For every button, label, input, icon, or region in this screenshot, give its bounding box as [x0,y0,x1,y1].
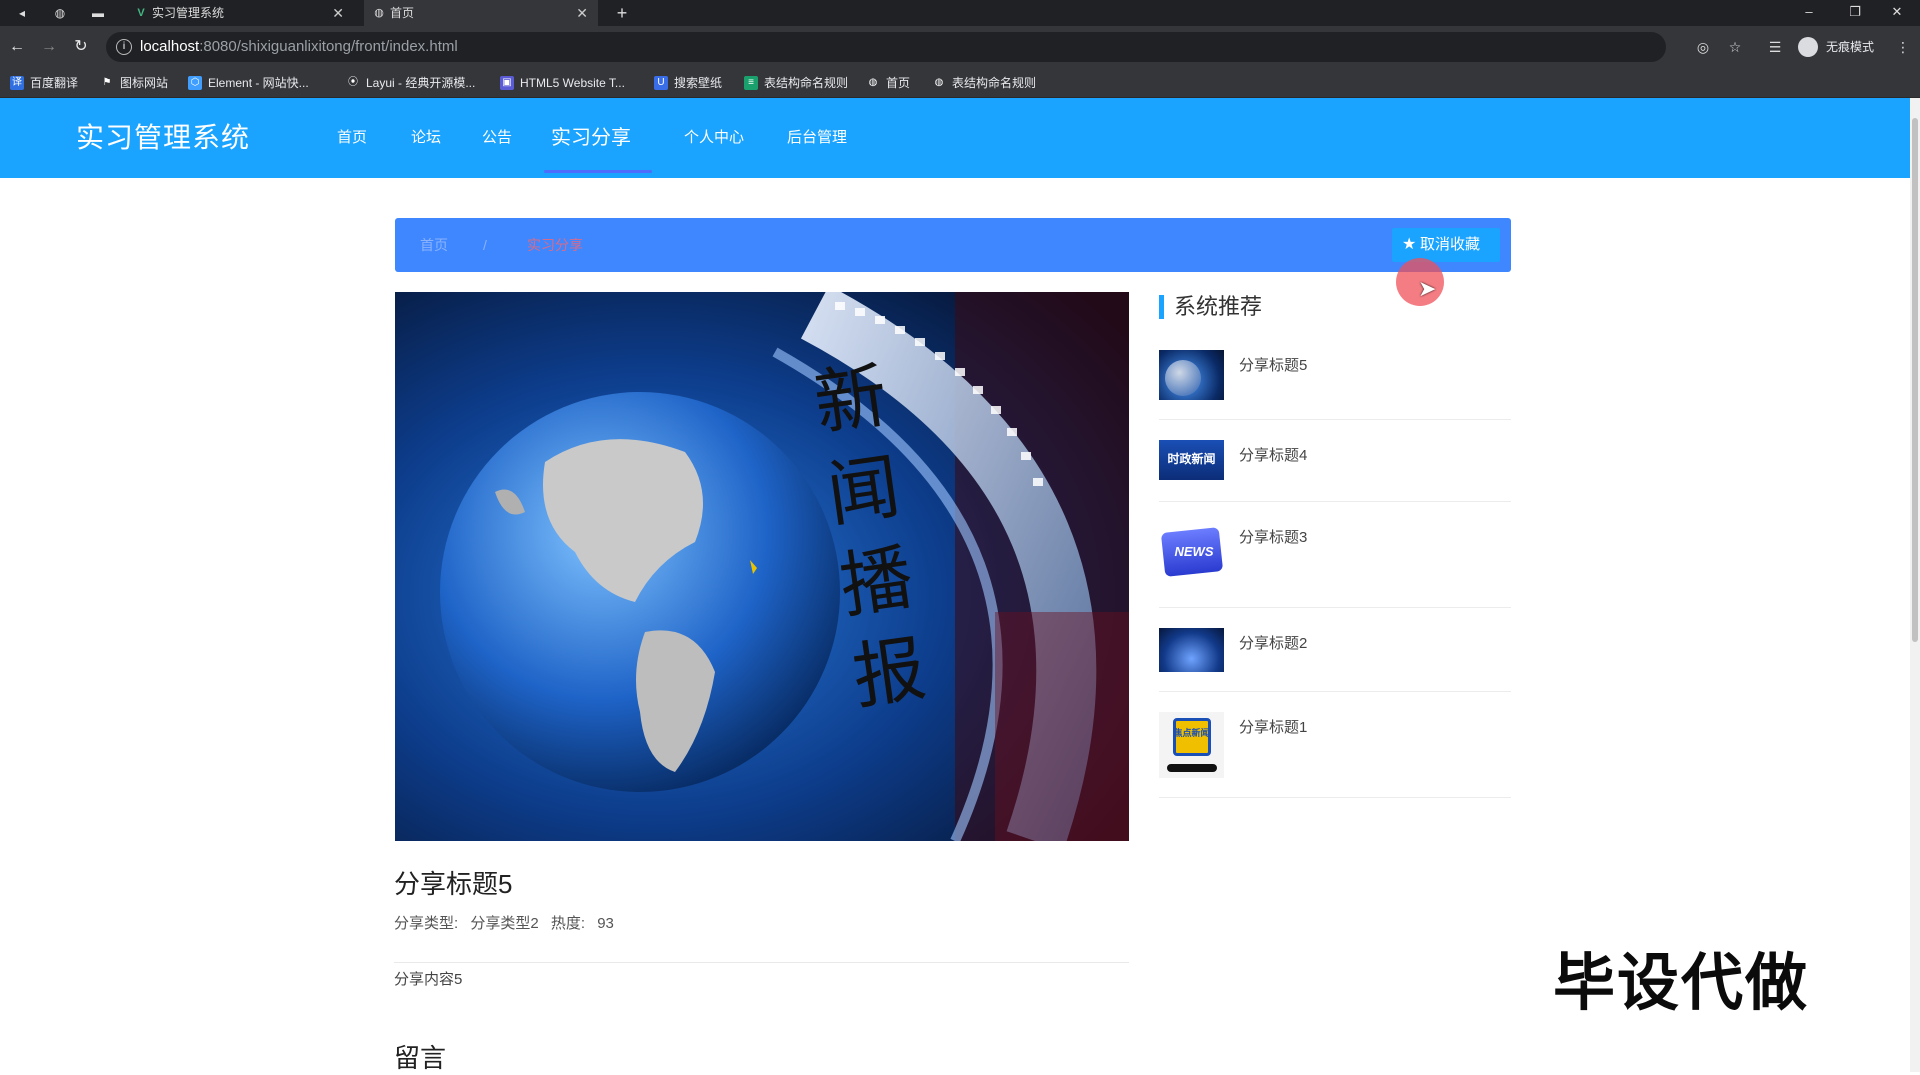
back-icon[interactable]: ← [8,38,26,56]
breadcrumb-current: 实习分享 [527,237,583,253]
tab-title: 实习管理系统 [152,6,225,20]
globe-icon: ◍ [934,77,944,88]
bookmark-item[interactable]: 译百度翻译 [10,68,78,98]
recommend-item[interactable]: NEWS 分享标题3 [1159,502,1511,608]
eye-off-icon[interactable]: ◎ [1694,38,1712,56]
reading-list-icon[interactable]: ☰ [1766,38,1784,56]
nav-internship-share[interactable]: 实习分享 [551,98,631,178]
share-meta: 分享类型: 分享类型2 热度: 93 [394,912,622,933]
mouse-pointer-icon: ➤ [1418,276,1437,301]
close-tab-icon[interactable]: ✕ [576,0,588,26]
recommend-label: 分享标题5 [1239,357,1308,374]
scrollbar-thumb[interactable] [1912,118,1918,642]
restore-icon[interactable]: ❐ [1832,0,1878,26]
bookmark-item[interactable]: U 搜索壁纸 [654,68,722,98]
recommend-item[interactable]: 分享标题2 [1159,608,1511,692]
recommend-label: 分享标题4 [1239,447,1308,464]
incognito-profile[interactable]: 无痕模式 [1796,34,1874,60]
bookmark-item[interactable]: ⚑ 图标网站 [100,68,169,98]
comments-title: 留言 [394,1043,447,1073]
nav-admin[interactable]: 后台管理 [787,98,847,178]
new-tab-button[interactable]: + [614,4,630,22]
site-header: 实习管理系统 首页 论坛 公告 实习分享 个人中心 后台管理 [0,98,1910,178]
recommend-thumb [1159,350,1224,400]
star-icon: ★ [1402,236,1417,253]
html5-icon: ▣ [500,76,514,90]
thumb-text: 时政新闻 [1167,452,1216,466]
nav-notice[interactable]: 公告 [482,98,512,178]
recommend-label: 分享标题3 [1239,529,1308,546]
forward-icon[interactable]: → [40,38,58,56]
globe-icon: ◍ [868,77,878,88]
recommend-label: 分享标题1 [1239,719,1308,736]
speaker-icon[interactable]: ◂ [14,5,30,21]
stage-thumb-icon [1159,628,1224,672]
bookmark-item[interactable]: ⦿ Layui - 经典开源模... [346,68,475,98]
watermark-text: 毕设代做 [1553,949,1810,1018]
vue-logo-icon: V [137,7,145,19]
browser-tab-2[interactable]: ◍ 首页 ✕ [364,0,598,26]
wallpaper-icon: U [654,76,668,90]
tab-search-icon[interactable]: ▬ [90,5,106,21]
share-cover-image: 新 闻 播 报 [395,292,1129,841]
globe-icon[interactable]: ◍ [52,5,68,21]
type-value: 分享类型2 [470,915,539,932]
bookmarks-bar: 译百度翻译 ⚑ 图标网站 ⬡ Element - 网站快... ⦿ Layui - 经… [0,68,1920,98]
cancel-favorite-button[interactable]: ★ 取消收藏 [1392,228,1500,262]
globe-icon: ◍ [374,7,384,19]
news-broadcast-image [395,292,1129,841]
thumb-text: NEWS [1174,544,1214,559]
element-icon: ⬡ [188,76,202,90]
site-info-icon[interactable]: i [116,39,132,55]
heat-value: 93 [597,915,614,932]
recommend-label: 分享标题2 [1239,635,1308,652]
address-bar-row: ← → ↻ i localhost:8080/shixiguanlixitong… [0,26,1920,68]
recommend-title: 系统推荐 [1159,292,1262,322]
menu-kebab-icon[interactable]: ⋮ [1894,38,1912,56]
flag-icon: ⚑ [102,77,112,88]
minimize-icon[interactable]: – [1786,0,1832,26]
tv-stand-icon [1167,764,1217,772]
layui-icon: ⦿ [348,77,358,88]
recommend-thumb: NEWS [1159,520,1224,586]
tab-title: 首页 [390,6,415,20]
type-label: 分享类型: [394,915,459,932]
bookmark-item[interactable]: ◍ 表结构命名规则 [932,68,1036,98]
nav-home[interactable]: 首页 [337,98,367,178]
browser-tab-bar: ◂ ◍ ▬ V 实习管理系统 ✕ ◍ 首页 ✕ + – ❐ ✕ [0,0,1920,26]
breadcrumb-separator: / [483,237,487,253]
globe-icon [1165,360,1201,396]
url-field[interactable]: i localhost:8080/shixiguanlixitong/front… [106,32,1666,62]
bookmark-star-icon[interactable]: ☆ [1726,38,1744,56]
page-scrollbar[interactable] [1910,98,1920,1072]
reload-icon[interactable]: ↻ [72,38,90,56]
share-title: 分享标题5 [394,869,513,899]
recommend-item[interactable]: 焦点新闻 分享标题1 [1159,692,1511,798]
doc-icon: ≡ [744,76,758,90]
share-content: 分享内容5 [394,971,463,988]
incognito-icon [1798,37,1818,57]
recommend-thumb: 焦点新闻 [1159,712,1224,778]
close-tab-icon[interactable]: ✕ [332,0,344,26]
divider [394,962,1129,963]
nav-personal-center[interactable]: 个人中心 [684,98,744,178]
active-nav-indicator [544,170,652,173]
breadcrumb: 首页 / 实习分享 [395,218,1511,272]
url-text[interactable]: localhost:8080/shixiguanlixitong/front/i… [140,32,458,62]
close-window-icon[interactable]: ✕ [1874,0,1920,26]
recommend-item[interactable]: 分享标题5 [1159,342,1511,420]
heat-label: 热度: [550,915,586,932]
thumb-text: 焦点新闻 [1173,728,1210,738]
bookmark-item[interactable]: ≡ 表结构命名规则 [744,68,848,98]
browser-tab-1[interactable]: V 实习管理系统 ✕ [126,0,354,26]
translate-icon: 译 [10,76,24,90]
nav-forum[interactable]: 论坛 [411,98,441,178]
bookmark-item[interactable]: ▣ HTML5 Website T... [500,68,625,98]
breadcrumb-home[interactable]: 首页 [420,218,448,272]
site-title[interactable]: 实习管理系统 [76,98,250,178]
recommend-thumb: 时政新闻 [1159,440,1224,480]
recommend-item[interactable]: 时政新闻 分享标题4 [1159,420,1511,502]
bookmark-item[interactable]: ⬡ Element - 网站快... [188,68,309,98]
bookmark-item[interactable]: ◍ 首页 [866,68,910,98]
